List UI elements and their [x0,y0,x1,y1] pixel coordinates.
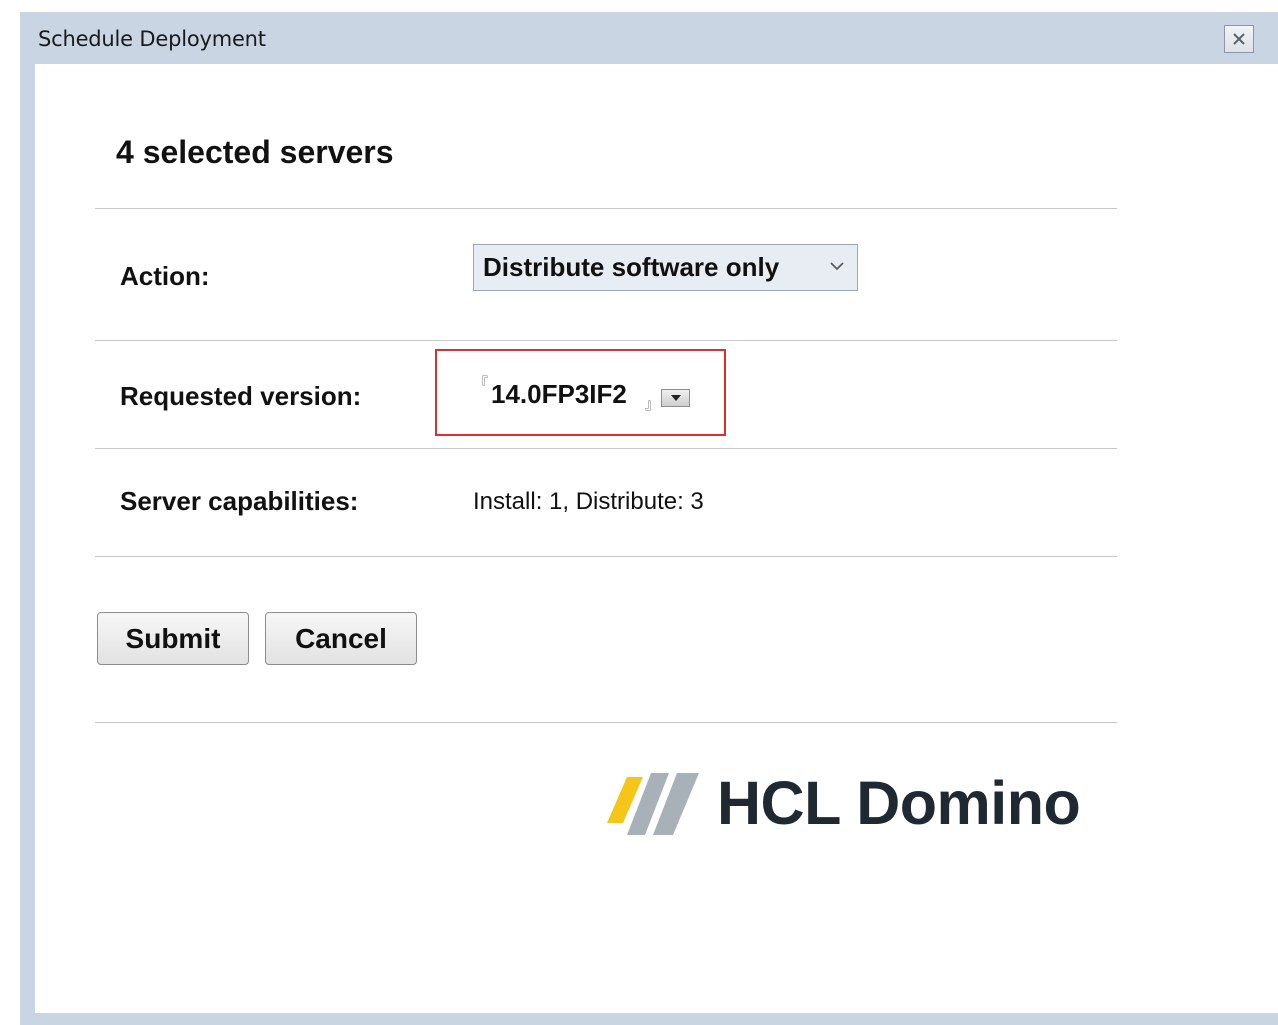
action-select[interactable]: Distribute software only [473,244,858,291]
cancel-button[interactable]: Cancel [265,612,417,665]
dialog-content: 4 selected servers Action: Distribute so… [35,64,1278,1013]
divider [95,208,1117,209]
close-icon [1233,33,1245,45]
version-label: Requested version: [120,381,362,411]
version-dropdown-button[interactable] [661,389,690,407]
field-bracket-open: 『 [474,375,488,391]
field-bracket-close: 』 [645,396,659,412]
divider [95,340,1117,341]
divider [95,722,1117,723]
brand-name: HCL Domino [717,769,1081,837]
divider [95,448,1117,449]
close-button[interactable] [1224,25,1254,53]
hcl-logo-mark [607,773,699,835]
dialog-titlebar: Schedule Deployment [20,12,1278,64]
action-select-value: Distribute software only [483,252,780,282]
submit-button[interactable]: Submit [97,612,249,665]
chevron-down-icon [830,262,844,271]
action-label: Action: [120,261,210,291]
schedule-deployment-dialog: Schedule Deployment 4 selected servers A… [20,12,1278,1025]
version-field[interactable]: 14.0FP3IF2 [491,379,627,410]
divider [95,556,1117,557]
capabilities-label: Server capabilities: [120,486,359,516]
page-title: 4 selected servers [116,134,394,170]
capabilities-value: Install: 1, Distribute: 3 [473,488,704,515]
hcl-domino-logo: HCL Domino [607,768,1081,838]
dialog-title: Schedule Deployment [38,27,266,51]
dropdown-arrow-icon [670,395,681,401]
